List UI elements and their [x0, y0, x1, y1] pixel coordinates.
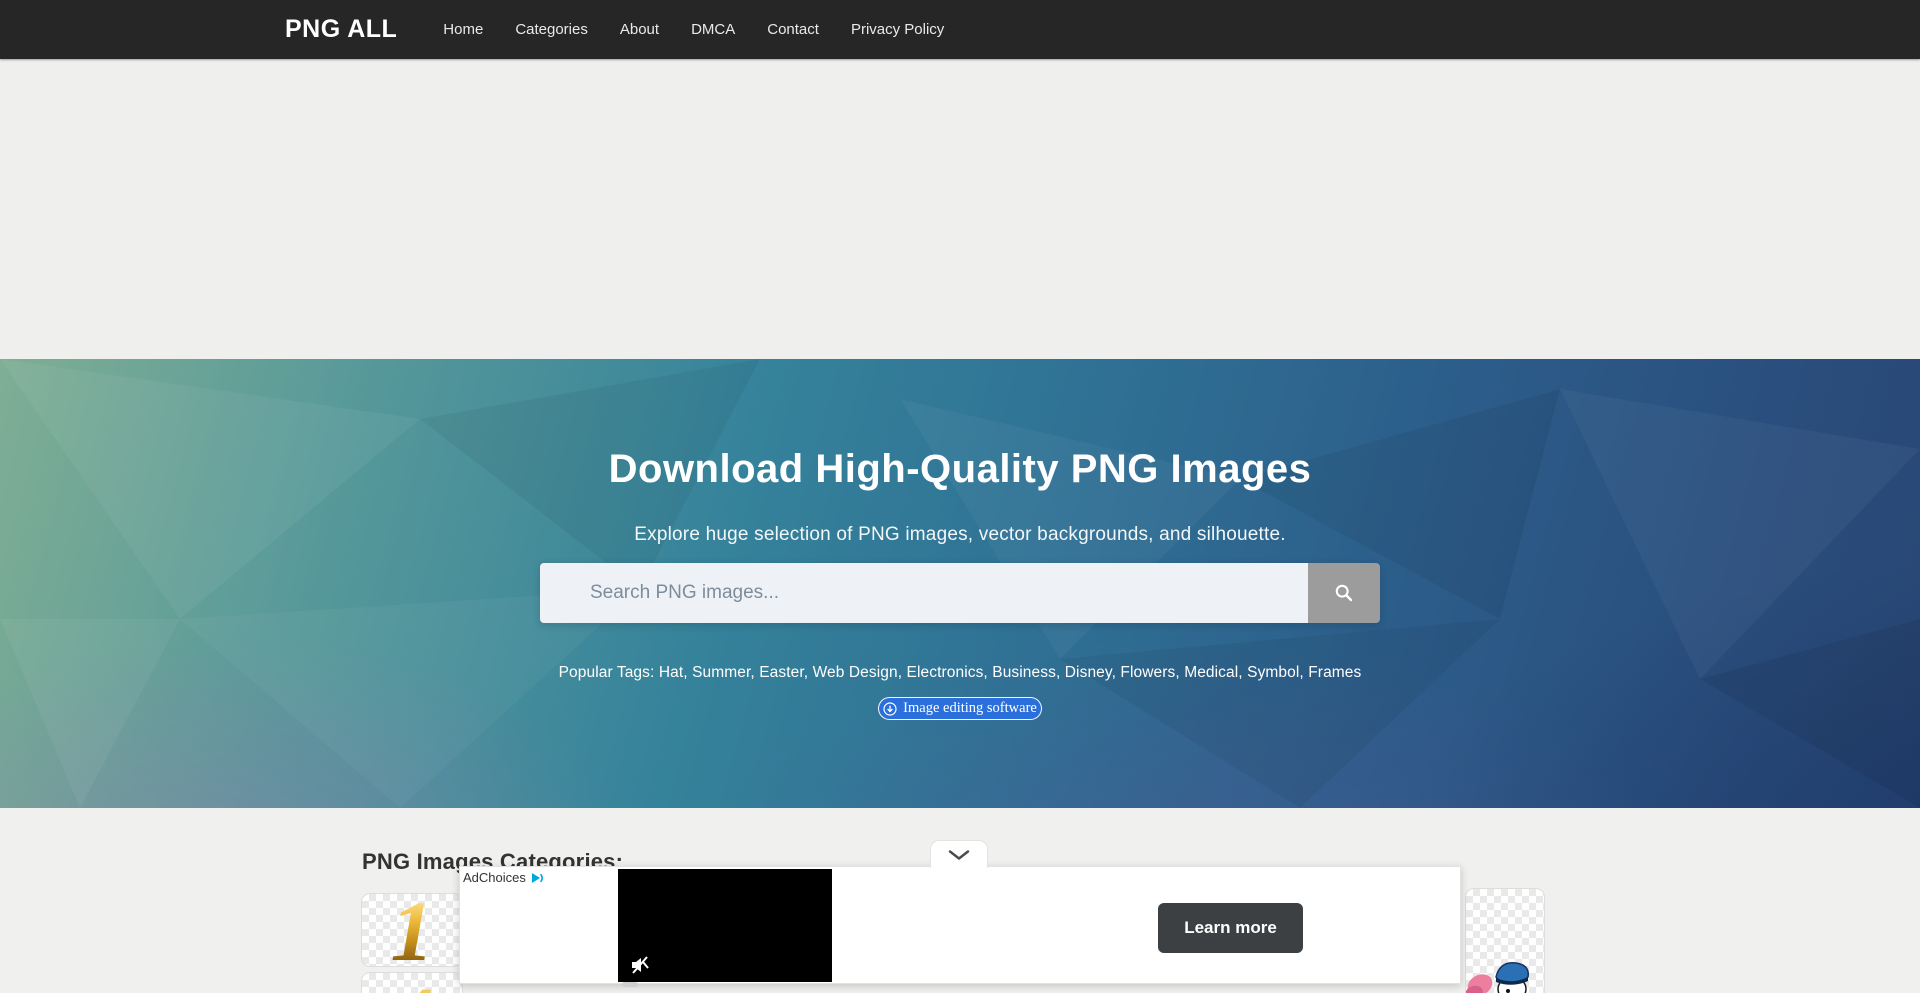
- popular-tags: Popular Tags: Hat, Summer, Easter, Web D…: [0, 664, 1920, 682]
- learn-more-button[interactable]: Learn more: [1158, 903, 1303, 953]
- nav-item-dmca[interactable]: DMCA: [691, 21, 735, 38]
- image-editing-ad-label: Image editing software: [903, 700, 1037, 717]
- nav-item-home[interactable]: Home: [443, 21, 483, 38]
- tag-link[interactable]: Easter,: [755, 664, 808, 681]
- adchoices-icon: [529, 871, 543, 885]
- ad-video[interactable]: [618, 869, 832, 982]
- hero-subtitle: Explore huge selection of PNG images, ve…: [0, 524, 1920, 546]
- site-logo[interactable]: PNG ALL: [285, 15, 397, 44]
- search-icon: [1334, 583, 1354, 603]
- nav-item-privacy-policy[interactable]: Privacy Policy: [851, 21, 944, 38]
- tag-link[interactable]: Symbol,: [1243, 664, 1304, 681]
- chevron-down-icon: [948, 850, 970, 860]
- nav-item-categories[interactable]: Categories: [515, 21, 588, 38]
- tag-link[interactable]: Web Design,: [808, 664, 902, 681]
- hero-section: Download High-Quality PNG Images Explore…: [0, 359, 1920, 808]
- video-progress-pill[interactable]: [622, 982, 638, 987]
- tag-link[interactable]: Summer,: [688, 664, 755, 681]
- adchoices-label: AdChoices: [463, 870, 526, 885]
- nav-item-contact[interactable]: Contact: [767, 21, 819, 38]
- cartoon-duck-image: [1466, 951, 1544, 993]
- number-1-thumbnail[interactable]: 1: [361, 893, 463, 967]
- top-nav: PNG ALL Home Categories About DMCA Conta…: [0, 0, 1920, 59]
- tag-link[interactable]: Disney,: [1060, 664, 1116, 681]
- image-editing-ad-button[interactable]: Image editing software: [878, 697, 1042, 720]
- hero-title: Download High-Quality PNG Images: [0, 447, 1920, 492]
- tag-link[interactable]: Hat,: [659, 664, 688, 681]
- page: PNG ALL Home Categories About DMCA Conta…: [0, 0, 1920, 993]
- ad-collapse-tab[interactable]: [930, 840, 988, 868]
- gold-number-4: 4: [362, 972, 462, 993]
- popular-tags-list: Hat, Summer, Easter, Web Design, Electro…: [659, 664, 1362, 681]
- tag-link[interactable]: Flowers,: [1116, 664, 1180, 681]
- tag-link[interactable]: Business,: [988, 664, 1061, 681]
- muted-speaker-icon[interactable]: [629, 954, 651, 976]
- search-button[interactable]: [1308, 563, 1380, 623]
- gold-number-1: 1: [362, 894, 462, 967]
- adchoices-link[interactable]: AdChoices: [463, 870, 543, 885]
- nav-links: Home Categories About DMCA Contact Priva…: [443, 21, 944, 38]
- top-ad-slot: [0, 59, 1920, 359]
- popular-tags-label: Popular Tags:: [559, 664, 655, 681]
- search-input[interactable]: [540, 563, 1308, 623]
- tag-link[interactable]: Medical,: [1180, 664, 1243, 681]
- search-bar: [540, 563, 1380, 623]
- number-4-thumbnail[interactable]: 4: [361, 972, 463, 993]
- tag-link[interactable]: Frames: [1304, 664, 1362, 681]
- nav-item-about[interactable]: About: [620, 21, 659, 38]
- download-circle-icon: [883, 702, 897, 716]
- ad-overlay: AdChoices Learn more: [459, 866, 1461, 984]
- tag-link[interactable]: Electronics,: [902, 664, 988, 681]
- cartoon-duck-thumbnail[interactable]: [1465, 888, 1545, 993]
